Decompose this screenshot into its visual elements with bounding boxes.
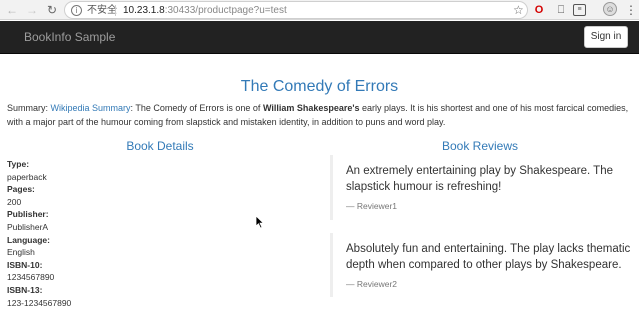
- avatar-icon[interactable]: ☺: [603, 2, 617, 16]
- url-path: :30433/productpage?u=test: [164, 5, 287, 16]
- reload-icon[interactable]: ↻: [44, 2, 60, 18]
- pages-value: 200: [7, 196, 22, 207]
- review-text: An extremely entertaining play by Shakes…: [346, 165, 613, 193]
- url-divider: [115, 5, 116, 16]
- opera-icon[interactable]: O: [532, 3, 546, 17]
- isbn10-value: 1234567890: [7, 272, 55, 283]
- isbn13-label: ISBN-13:: [7, 284, 43, 295]
- brand-link[interactable]: BookInfo Sample: [24, 30, 115, 44]
- summary-prefix: Summary:: [7, 103, 51, 113]
- menu-icon[interactable]: ⋮: [624, 3, 638, 17]
- summary-author: William Shakespeare's: [262, 103, 360, 113]
- pages-label: Pages:: [7, 184, 35, 195]
- address-bar[interactable]: i 不安全 10.23.1.8:30433/productpage?u=test…: [64, 1, 528, 19]
- book-details-heading: Book Details: [126, 139, 194, 153]
- browser-toolbar: ← → ↻ i 不安全 10.23.1.8:30433/productpage?…: [0, 0, 639, 20]
- isbn13-value: 123-1234567890: [7, 297, 72, 308]
- sign-in-button[interactable]: Sign in: [584, 26, 628, 48]
- info-icon[interactable]: i: [71, 5, 82, 16]
- type-label: Type:: [7, 159, 30, 169]
- insecure-label: 不安全: [87, 5, 117, 16]
- forward-arrow-icon[interactable]: →: [24, 2, 40, 18]
- bookmark-icon[interactable]: ⎕: [554, 3, 568, 17]
- language-label: Language:: [7, 234, 50, 245]
- page-title: The Comedy of Errors: [240, 78, 399, 95]
- review-card: Absolutely fun and entertaining. The pla…: [330, 233, 636, 297]
- star-icon[interactable]: ☆: [513, 4, 524, 17]
- review-text: Absolutely fun and entertaining. The pla…: [346, 243, 631, 271]
- type-value: paperback: [7, 171, 47, 182]
- summary-mid: : The Comedy of Errors is one of: [130, 103, 263, 113]
- isbn10-label: ISBN-10:: [7, 259, 43, 270]
- book-reviews-heading: Book Reviews: [441, 139, 519, 153]
- review-card: An extremely entertaining play by Shakes…: [330, 155, 636, 220]
- review-author: — Reviewer2: [346, 279, 398, 289]
- url-host: 10.23.1.8: [123, 5, 165, 16]
- url-text[interactable]: 10.23.1.8:30433/productpage?u=test: [123, 4, 287, 17]
- navbar: BookInfo Sample Sign in: [0, 21, 639, 54]
- language-value: English: [7, 247, 35, 258]
- mouse-cursor-icon: [255, 215, 265, 229]
- wikipedia-summary-link[interactable]: Wikipedia Summary: [51, 103, 131, 113]
- summary: Summary: Wikipedia Summary: The Comedy o…: [7, 101, 635, 129]
- review-author: — Reviewer1: [346, 201, 398, 211]
- book-details: Type: paperback Pages: 200 Publisher: Pu…: [7, 158, 307, 309]
- back-arrow-icon[interactable]: ←: [4, 2, 20, 18]
- reader-icon[interactable]: ≡: [573, 4, 586, 16]
